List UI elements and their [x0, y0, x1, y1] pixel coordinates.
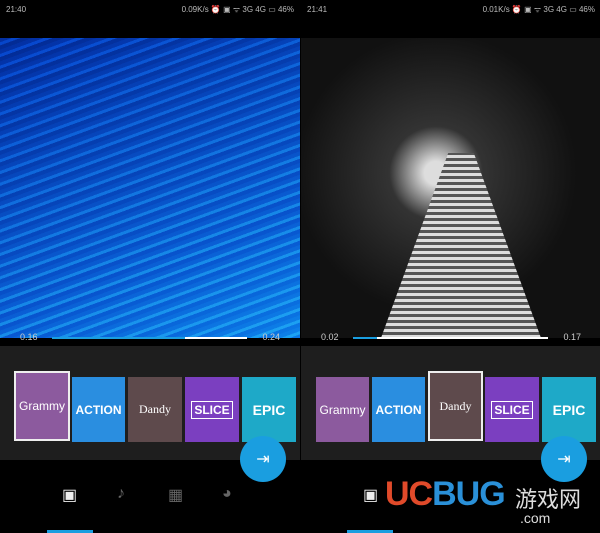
- theme-label: SLICE: [491, 400, 533, 419]
- photo-sparkle-icon[interactable]: ▣: [62, 485, 77, 505]
- current-time: 0.02: [321, 332, 339, 342]
- total-time: 0.17: [563, 332, 581, 342]
- status-bar: 21:41 0.01K/s ⏰ ▣ ᯤ 3G 4G ▭ 46%: [301, 0, 600, 18]
- clock: 21:40: [6, 4, 27, 14]
- theme-epic[interactable]: EPIC: [542, 377, 596, 442]
- seek-played: [52, 337, 185, 339]
- export-button[interactable]: ⇥: [541, 436, 587, 482]
- theme-label: Dandy: [139, 402, 171, 416]
- watermark-logo: UCBUG: [385, 475, 506, 513]
- theme-label: SLICE: [191, 400, 233, 419]
- seek-track[interactable]: [353, 337, 548, 339]
- status-bar: 21:40 0.09K/s ⏰ ▣ ᯤ 3G 4G ▭ 46%: [0, 0, 300, 18]
- theme-label: Dandy: [439, 398, 472, 413]
- music-note-icon[interactable]: ♪: [117, 485, 125, 503]
- progress-bar[interactable]: 0.02 0.17: [301, 330, 600, 346]
- clock: 21:41: [307, 4, 328, 14]
- video-preview[interactable]: [301, 38, 600, 338]
- theme-grammy[interactable]: Grammy: [14, 371, 70, 441]
- theme-slice[interactable]: SLICE: [485, 377, 539, 442]
- theme-label: Grammy: [319, 402, 366, 417]
- theme-label: ACTION: [375, 402, 422, 417]
- theme-action[interactable]: ACTION: [72, 377, 125, 442]
- status-icons: 0.01K/s ⏰ ▣ ᯤ 3G 4G ▭ 46%: [482, 4, 595, 14]
- theme-dandy[interactable]: Dandy: [128, 377, 182, 442]
- right-screen: 21:41 0.01K/s ⏰ ▣ ᯤ 3G 4G ▭ 46% 0.02 0.17…: [301, 0, 600, 533]
- export-icon: ⇥: [557, 451, 571, 468]
- theme-epic[interactable]: EPIC: [242, 377, 296, 442]
- seek-played: [353, 337, 377, 339]
- progress-bar[interactable]: 0.16 0.24: [0, 330, 300, 346]
- current-time: 0.16: [20, 332, 38, 342]
- bridge-image: [381, 153, 541, 338]
- palette-icon[interactable]: ◕: [222, 485, 232, 503]
- film-icon[interactable]: ▦: [168, 485, 183, 505]
- total-time: 0.24: [262, 332, 280, 342]
- photo-sparkle-icon[interactable]: ▣: [363, 485, 378, 505]
- video-preview[interactable]: [0, 38, 300, 338]
- theme-label: Grammy: [19, 399, 65, 413]
- theme-label: EPIC: [252, 401, 286, 418]
- export-icon: ⇥: [256, 451, 270, 468]
- status-icons: 0.09K/s ⏰ ▣ ᯤ 3G 4G ▭ 46%: [181, 4, 294, 14]
- theme-label: ACTION: [75, 402, 122, 417]
- theme-dandy[interactable]: Dandy: [428, 371, 483, 441]
- theme-action[interactable]: ACTION: [372, 377, 425, 442]
- theme-slice[interactable]: SLICE: [185, 377, 239, 442]
- export-button[interactable]: ⇥: [240, 436, 286, 482]
- theme-label: EPIC: [552, 401, 586, 418]
- theme-grammy[interactable]: Grammy: [316, 377, 369, 442]
- left-screen: 21:40 0.09K/s ⏰ ▣ ᯤ 3G 4G ▭ 46% 0.16 0.24…: [0, 0, 300, 533]
- watermark-domain: .com: [520, 510, 551, 526]
